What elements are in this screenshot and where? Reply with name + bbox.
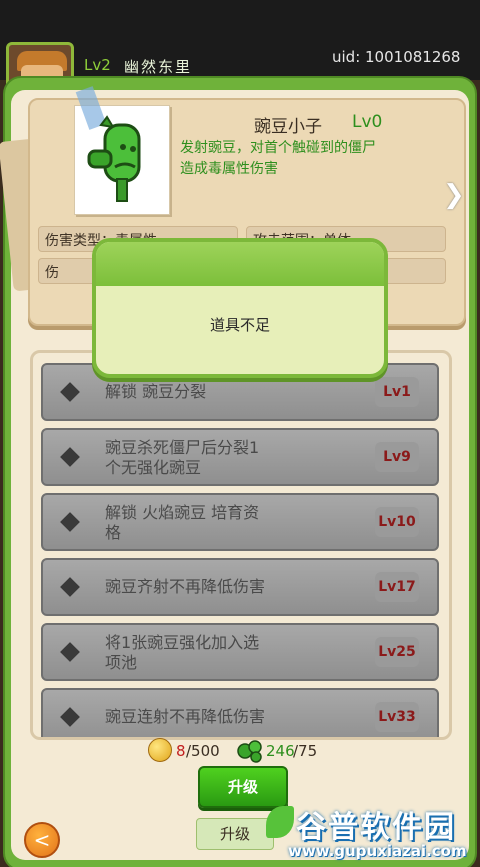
description-line: 造成毒属性伤害: [180, 161, 278, 177]
skill-text: 豌豆齐射不再降低伤害: [105, 577, 266, 596]
diamond-icon: [60, 577, 80, 597]
coin-icon: [148, 738, 172, 762]
diamond-icon: [60, 642, 80, 662]
skill-text: 豌豆杀死僵尸后分裂1 个无强化豌豆: [105, 438, 315, 478]
skill-level-badge: Lv25: [375, 637, 419, 667]
player-uid: uid: 1001081268: [332, 48, 461, 66]
tab-upgrade[interactable]: 升级: [196, 818, 274, 850]
skill-text-line: 豌豆杀死僵尸后分裂1: [105, 438, 260, 457]
skill-row: 解锁 火焰豌豆 培育资 格 Lv10: [41, 493, 439, 551]
dialog-message: 道具不足: [209, 316, 270, 334]
skill-level-badge: Lv17: [375, 572, 419, 602]
upgrade-button[interactable]: 升级: [198, 766, 288, 808]
skill-text: 将1张豌豆强化加入选 项池: [105, 633, 315, 673]
dialog-header: [96, 242, 384, 286]
description-line: 发射豌豆，对首个触碰到的僵尸: [180, 140, 376, 156]
back-button[interactable]: <: [24, 822, 60, 858]
player-name: 幽然东里: [124, 58, 193, 76]
skill-text: 豌豆连射不再降低伤害: [105, 707, 266, 726]
skill-level-badge: Lv1: [375, 377, 419, 407]
watermark-url: www.gupuxiazai.com: [288, 842, 467, 860]
pea-currency-icon: [237, 740, 262, 763]
skill-text-line: 项池: [105, 653, 138, 672]
insufficient-items-dialog[interactable]: 道具不足: [92, 238, 388, 378]
watermark-logo: 谷普软件园: [296, 810, 456, 845]
skill-text-line: 将1张豌豆强化加入选: [105, 633, 260, 652]
skill-list[interactable]: 解锁 豌豆分裂 Lv1 豌豆杀死僵尸后分裂1 个无强化豌豆 Lv9 解锁 火焰豌…: [30, 350, 452, 740]
skill-text-line: 格: [105, 523, 122, 542]
pea-owned: 246: [266, 742, 295, 760]
skill-text: 解锁 豌豆分裂: [105, 382, 207, 401]
character-level: Lv0: [352, 112, 383, 132]
skill-text: 解锁 火焰豌豆 培育资 格: [105, 503, 315, 543]
diamond-icon: [60, 707, 80, 727]
coin-owned: 8: [176, 742, 186, 760]
skill-row: 豌豆齐射不再降低伤害 Lv17: [41, 558, 439, 616]
diamond-icon: [60, 447, 80, 467]
character-name: 豌豆小子: [254, 117, 322, 137]
skill-row: 豌豆连射不再降低伤害 Lv33: [41, 688, 439, 737]
next-character-chevron-icon[interactable]: ❯: [443, 180, 465, 210]
skill-text-line: 个无强化豌豆: [105, 458, 202, 477]
pea-cost: /75: [293, 742, 318, 760]
skill-level-badge: Lv9: [375, 442, 419, 472]
skill-level-badge: Lv33: [375, 702, 419, 732]
player-level: Lv2: [84, 56, 111, 74]
skill-row: 豌豆杀死僵尸后分裂1 个无强化豌豆 Lv9: [41, 428, 439, 486]
diamond-icon: [60, 382, 80, 402]
skill-level-badge: Lv10: [375, 507, 419, 537]
coin-cost: /500: [186, 742, 220, 760]
skill-row: 将1张豌豆强化加入选 项池 Lv25: [41, 623, 439, 681]
skill-text-line: 解锁 火焰豌豆 培育资: [105, 503, 260, 522]
diamond-icon: [60, 512, 80, 532]
peashooter-icon: [87, 115, 141, 202]
character-description: 发射豌豆，对首个触碰到的僵尸 造成毒属性伤害: [180, 138, 440, 180]
